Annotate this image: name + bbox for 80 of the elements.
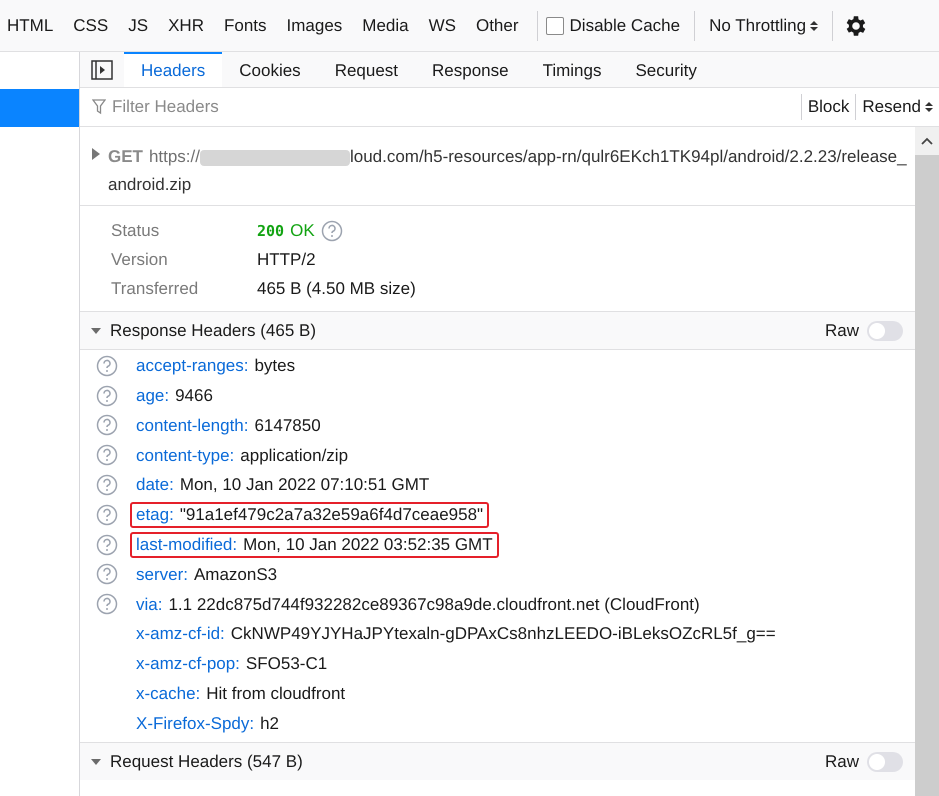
details-tab[interactable]: Request [318, 52, 416, 87]
filter-tab[interactable]: Other [466, 10, 529, 40]
header-value: bytes [254, 355, 296, 378]
help-icon[interactable] [96, 593, 118, 616]
up-down-caret-icon [925, 101, 933, 113]
expand-triangle-icon[interactable] [92, 148, 100, 160]
raw-label: Raw [824, 320, 859, 342]
funnel-icon [92, 99, 106, 115]
header-name: content-type: [136, 444, 234, 467]
panel-toggle-icon[interactable] [91, 60, 113, 80]
header-name: content-length: [136, 414, 248, 437]
filter-tab[interactable]: CSS [63, 10, 118, 40]
response-headers-bar[interactable]: Response Headers (465 B) Raw [80, 312, 915, 350]
header-name: server: [136, 564, 188, 586]
request-url: GET https:// loud.com/h5-resources/app-rn/qulr6EKch1TK94pl/android/2.2.23/release_android.zip [108, 146, 907, 196]
checkbox[interactable] [546, 16, 564, 34]
summary-value: HTTP/2 [257, 249, 316, 272]
status-code: 200 [257, 220, 284, 242]
details-tab[interactable]: Timings [526, 52, 618, 87]
help-icon[interactable] [96, 474, 118, 496]
summary-label: Transferred [111, 278, 200, 300]
header-value: 6147850 [254, 414, 321, 437]
header-value: SFO53-C1 [246, 653, 328, 676]
header-value: Mon, 10 Jan 2022 07:10:51 GMT [180, 474, 430, 496]
filter-tab[interactable]: JS [118, 10, 158, 40]
summary-label: Status [111, 220, 160, 242]
header-name: x-amz-cf-id: [136, 623, 225, 646]
header-name: age: [136, 384, 170, 407]
resend-button[interactable]: Resend [856, 94, 939, 120]
help-icon[interactable] [96, 354, 118, 377]
header-name: via: [136, 594, 162, 616]
summary-label: Version [111, 249, 169, 272]
header-name: x-amz-cf-pop: [136, 653, 240, 676]
header-name: X-Firefox-Spdy: [136, 712, 254, 735]
header-value: application/zip [240, 444, 348, 467]
scroll-up-icon[interactable] [921, 137, 933, 145]
request-headers-bar[interactable]: Request Headers (547 B) Raw [80, 742, 915, 780]
header-name: etag: [136, 504, 174, 526]
header-name: last-modified: [136, 534, 238, 556]
filter-tab[interactable]: Fonts [214, 10, 277, 40]
section-title: Response Headers (465 B) [110, 320, 318, 342]
header-name: x-cache: [136, 682, 200, 705]
filter-tab[interactable]: Images [276, 10, 352, 40]
filter-tab[interactable]: HTML [0, 10, 64, 40]
filter-headers-field[interactable]: Filter Headers [112, 94, 801, 120]
header-value: Mon, 10 Jan 2022 03:52:35 GMT [243, 534, 493, 556]
header-value: CkNWP49YJYHaJPYtexaln-gDPAxCs8nhzLEEDO-iBLeksOZcRL5f_g== [230, 623, 776, 646]
header-value: 9466 [175, 384, 213, 407]
section-title: Request Headers (547 B) [110, 751, 304, 774]
up-down-caret-icon [810, 20, 818, 32]
help-icon[interactable] [320, 220, 343, 242]
status-text: OK [290, 220, 315, 242]
details-tab[interactable]: Security [618, 52, 714, 87]
details-tab[interactable]: Headers [124, 52, 222, 87]
filter-tab[interactable]: WS [418, 10, 466, 40]
raw-label: Raw [824, 751, 859, 774]
summary-value: 465 B (4.50 MB size) [257, 278, 416, 300]
raw-toggle[interactable] [867, 752, 903, 772]
header-value: h2 [260, 712, 280, 735]
header-value: "91a1ef479c2a7a32e59a6f4d7ceae958" [180, 504, 484, 526]
throttling-dropdown[interactable]: No Throttling [709, 12, 818, 38]
disable-cache-checkbox[interactable]: Disable Cache [546, 12, 680, 38]
help-icon[interactable] [96, 504, 118, 526]
filter-tab[interactable]: XHR [158, 10, 214, 40]
details-tab[interactable]: Response [415, 52, 526, 87]
help-icon[interactable] [96, 414, 118, 436]
help-icon[interactable] [96, 444, 118, 466]
help-icon[interactable] [96, 384, 118, 407]
header-name: date: [136, 474, 174, 496]
block-button[interactable]: Block [802, 94, 856, 120]
header-value: AmazonS3 [194, 564, 278, 586]
header-name: accept-ranges: [136, 355, 248, 378]
filter-tab[interactable]: Media [352, 10, 419, 40]
header-value: 1.1 22dc875d744f932282ce89367c98a9de.cloudfront.net (CloudFront) [168, 594, 700, 616]
help-icon[interactable] [96, 563, 118, 586]
scrollbar[interactable] [915, 127, 939, 796]
details-tab[interactable]: Cookies [222, 52, 318, 87]
help-icon[interactable] [96, 534, 118, 556]
raw-toggle[interactable] [867, 320, 903, 340]
header-value: Hit from cloudfront [206, 682, 346, 705]
